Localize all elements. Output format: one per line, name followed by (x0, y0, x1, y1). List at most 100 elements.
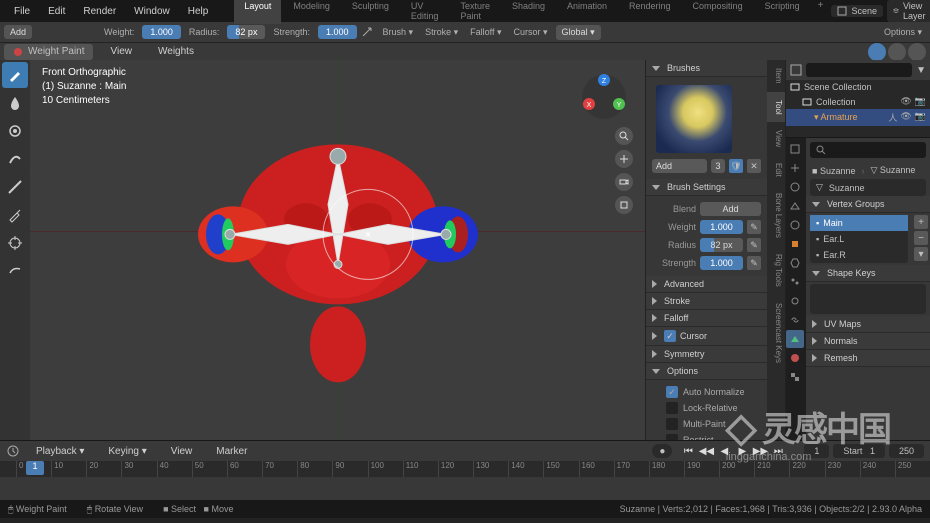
tab-scripting[interactable]: Scripting (755, 0, 810, 24)
shading-material-icon[interactable] (888, 43, 906, 61)
filter-icon[interactable]: ▼ (916, 65, 926, 76)
vtab-screencast[interactable]: Screencast Keys (767, 295, 785, 371)
symmetry-header[interactable]: Symmetry (646, 346, 767, 363)
playback-menu[interactable]: Playback ▾ (28, 444, 92, 459)
tab-texpaint[interactable]: Texture Paint (450, 0, 500, 24)
falloff-header[interactable]: Falloff (646, 310, 767, 327)
mesh-name[interactable]: Suzanne (829, 183, 865, 193)
menu-edit[interactable]: Edit (40, 4, 73, 19)
vg-earr[interactable]: ▪ Ear.R (810, 247, 908, 263)
restrict-checkbox[interactable] (666, 434, 678, 440)
tab-modeling[interactable]: Modeling (283, 0, 340, 24)
shading-rendered-icon[interactable] (908, 43, 926, 61)
pressure-icon[interactable] (361, 26, 375, 38)
mode-selector[interactable]: Weight Paint (4, 44, 93, 60)
timeline-ruler[interactable]: 1 0 10 20 30 40 50 60 70 80 90 100 110 1… (0, 461, 930, 477)
uv-maps-header[interactable]: UV Maps (806, 316, 930, 333)
current-frame[interactable]: 1 (804, 444, 829, 458)
ptab-object[interactable] (786, 235, 804, 253)
eye-icon[interactable]: 👁 (900, 111, 911, 124)
ptab-modifiers[interactable] (786, 254, 804, 272)
menu-help[interactable]: Help (180, 4, 217, 19)
weight-value[interactable]: 1.000 (142, 25, 181, 39)
outliner-search[interactable] (806, 63, 912, 77)
outliner-scene-collection[interactable]: Scene Collection (786, 80, 930, 94)
ptab-data[interactable] (786, 330, 804, 348)
shading-solid-icon[interactable] (868, 43, 886, 61)
scene-selector[interactable]: Scene (831, 5, 883, 17)
end-frame[interactable]: 250 (889, 444, 924, 458)
brush-draw-tool[interactable] (2, 62, 28, 88)
options-menu[interactable]: Options ▾ (880, 27, 926, 38)
radius-value[interactable]: 82 px (227, 25, 265, 39)
jump-end-icon[interactable]: ⏭ (770, 444, 786, 458)
cursor-tool[interactable] (2, 230, 28, 256)
vtab-tool[interactable]: Tool (767, 92, 785, 123)
cursor-checkbox[interactable]: ✓ (664, 330, 676, 342)
autokey-toggle[interactable]: ● (652, 444, 672, 458)
start-frame[interactable]: Start 1 (833, 444, 885, 458)
vg-remove-button[interactable]: − (914, 231, 928, 245)
options-header[interactable]: Options (646, 363, 767, 380)
ptab-material[interactable] (786, 349, 804, 367)
cursor-menu[interactable]: Cursor ▾ (510, 27, 552, 38)
normals-header[interactable]: Normals (806, 333, 930, 350)
bs-radius-value[interactable]: 82 px (700, 238, 743, 252)
suzanne-mesh[interactable] (178, 104, 498, 384)
ptab-physics[interactable] (786, 292, 804, 310)
timeline-track[interactable] (0, 477, 930, 501)
multi-checkbox[interactable] (666, 418, 678, 430)
ptab-output[interactable] (786, 159, 804, 177)
vertex-groups-header[interactable]: Vertex Groups (806, 196, 930, 213)
pen-icon[interactable]: ✎ (747, 220, 761, 234)
viewport-3d[interactable]: Front Orthographic (1) Suzanne : Main 10… (30, 60, 645, 440)
menu-window[interactable]: Window (126, 4, 178, 19)
brush-preview[interactable] (656, 85, 732, 153)
blend-value[interactable]: Add (700, 202, 761, 216)
orientation-dropdown[interactable]: Global ▾ (556, 25, 601, 40)
ptab-viewlayer[interactable] (786, 178, 804, 196)
vg-menu-button[interactable]: ▾ (914, 247, 928, 261)
render-icon[interactable]: 📷 (915, 96, 926, 107)
brushes-panel-header[interactable]: Brushes (646, 60, 767, 77)
stroke-header[interactable]: Stroke (646, 293, 767, 310)
props-search[interactable] (810, 142, 926, 158)
vg-add-button[interactable]: + (914, 215, 928, 229)
tab-rendering[interactable]: Rendering (619, 0, 681, 24)
sample-tool[interactable] (2, 202, 28, 228)
ptab-scene[interactable] (786, 197, 804, 215)
pen-icon-3[interactable]: ✎ (747, 256, 761, 270)
next-key-icon[interactable]: ▶▶ (752, 444, 768, 458)
marker-menu[interactable]: Marker (208, 444, 255, 459)
tab-sculpting[interactable]: Sculpting (342, 0, 399, 24)
viewlayer-selector[interactable]: View Layer (887, 0, 930, 22)
ptab-constraints[interactable] (786, 311, 804, 329)
brush-smear-tool[interactable] (2, 146, 28, 172)
outliner-collection[interactable]: Collection 👁📷 (786, 94, 930, 109)
eye-icon[interactable]: 👁 (900, 96, 911, 107)
remesh-header[interactable]: Remesh (806, 350, 930, 367)
brush-name[interactable]: Add (652, 159, 707, 173)
brush-blur-tool[interactable] (2, 90, 28, 116)
annotate-tool[interactable] (2, 258, 28, 284)
lock-rel-checkbox[interactable] (666, 402, 678, 414)
vg-main[interactable]: ▪ Main (810, 215, 908, 231)
vtab-view[interactable]: View (767, 122, 785, 155)
ptab-render[interactable] (786, 140, 804, 158)
gradient-tool[interactable] (2, 174, 28, 200)
auto-norm-checkbox[interactable]: ✓ (666, 386, 678, 398)
vtab-edit[interactable]: Edit (767, 155, 785, 185)
vtab-rigtools[interactable]: Rig Tools (767, 246, 785, 295)
play-rev-icon[interactable]: ◀ (716, 444, 732, 458)
vtab-bonelayers[interactable]: Bone Layers (767, 185, 785, 246)
fake-user-icon[interactable]: 🛡 (729, 159, 743, 173)
falloff-menu[interactable]: Falloff ▾ (466, 27, 505, 38)
pan-icon[interactable] (615, 150, 633, 168)
advanced-header[interactable]: Advanced (646, 276, 767, 293)
stroke-menu[interactable]: Stroke ▾ (421, 27, 462, 38)
perspective-icon[interactable] (615, 196, 633, 214)
tab-uv[interactable]: UV Editing (401, 0, 449, 24)
render-icon[interactable]: 📷 (915, 111, 926, 124)
bs-weight-value[interactable]: 1.000 (700, 220, 743, 234)
timeline-icon[interactable] (6, 444, 20, 458)
